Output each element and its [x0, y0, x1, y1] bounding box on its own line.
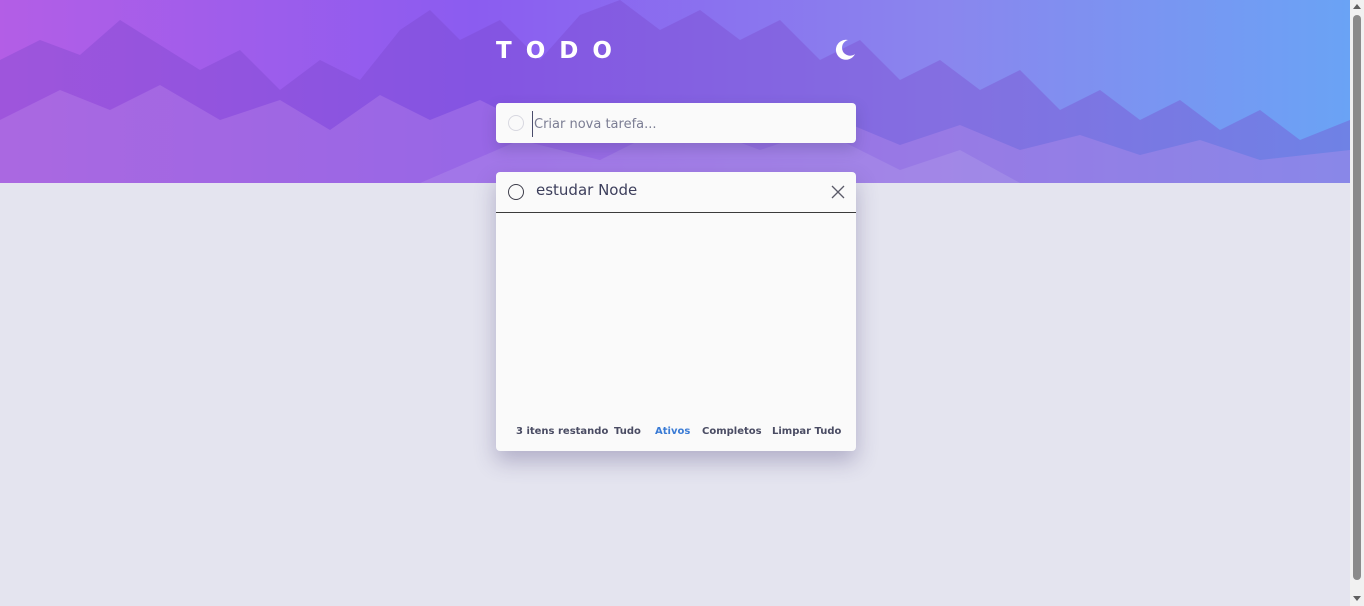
todo-item-text: estudar Node	[536, 181, 638, 199]
scroll-up-arrow-icon[interactable]	[1353, 4, 1361, 9]
todo-footer: 3 itens restando Tudo Ativos Completos L…	[496, 426, 856, 440]
new-todo-bar	[496, 103, 856, 143]
mountain-illustration	[0, 0, 1350, 183]
todo-item: estudar Node	[496, 172, 856, 213]
filter-all[interactable]: Tudo	[614, 426, 641, 437]
items-left-count: 3 itens restando	[516, 426, 609, 437]
header-background: TODO	[0, 0, 1350, 183]
scroll-down-arrow-icon[interactable]	[1353, 596, 1361, 601]
theme-toggle-button[interactable]	[832, 37, 858, 63]
page-scrollbar[interactable]	[1350, 0, 1364, 606]
clear-all-button[interactable]: Limpar Tudo	[772, 426, 841, 437]
moon-icon	[835, 39, 855, 60]
scrollbar-thumb[interactable]	[1353, 15, 1361, 580]
todo-check-circle[interactable]	[508, 184, 524, 200]
filter-completed[interactable]: Completos	[702, 426, 762, 437]
filter-active[interactable]: Ativos	[655, 426, 690, 437]
new-todo-input[interactable]	[532, 111, 836, 137]
delete-todo-button[interactable]	[830, 184, 846, 200]
close-icon	[831, 185, 845, 199]
todo-list-card: estudar Node 3 itens restando Tudo Ativo…	[496, 172, 856, 451]
new-todo-circle-icon	[508, 115, 524, 131]
app-title: TODO	[496, 38, 626, 64]
